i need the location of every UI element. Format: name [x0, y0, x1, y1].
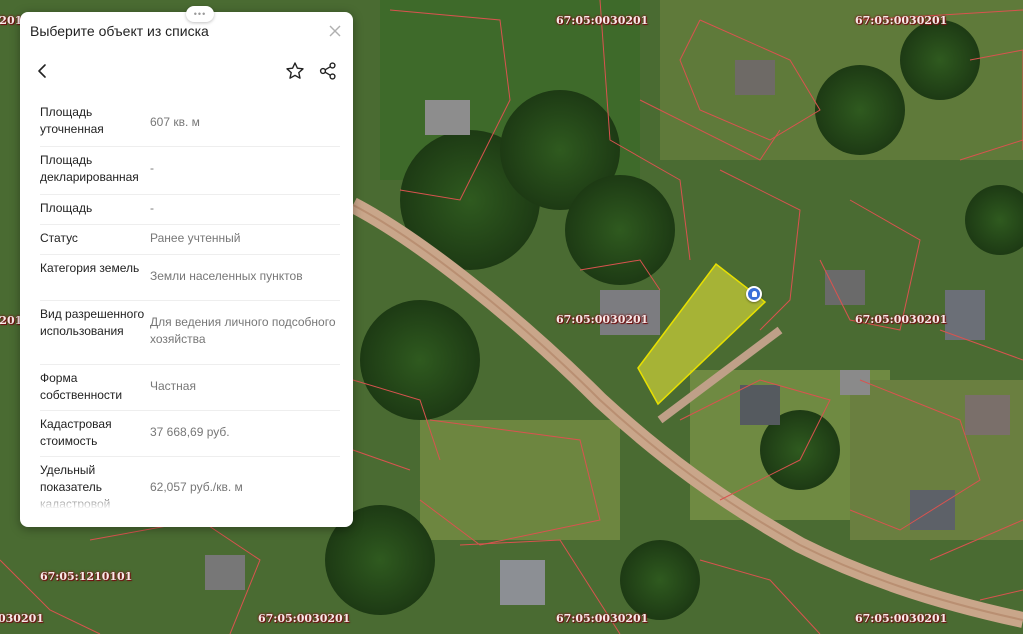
share-button[interactable] [318, 61, 338, 81]
tree-cluster [900, 20, 980, 100]
tree-cluster [360, 300, 480, 420]
tree-cluster [565, 175, 675, 285]
attr-value: - [150, 201, 154, 215]
cadastral-label[interactable]: 67:05:0030201 [556, 612, 648, 625]
cadastral-label[interactable]: 67:05:0030201 [556, 14, 648, 27]
attr-row-permitted-use: Вид разрешенного использования Для веден… [40, 300, 340, 365]
object-info-panel: Выберите объект из списка Площадь уточне… [20, 12, 353, 527]
panel-title: Выберите объект из списка [30, 23, 209, 39]
tree-cluster [815, 65, 905, 155]
house-roof [740, 385, 780, 425]
attr-row-area-refined: Площадь уточненная 607 кв. м [40, 98, 340, 147]
attr-label: Площадь [40, 201, 93, 215]
attr-label: Форма собственности [40, 371, 123, 402]
chevron-left-icon [38, 64, 46, 78]
attr-row-area-declared: Площадь декларированная - [40, 146, 340, 195]
attr-row-area: Площадь - [40, 194, 340, 225]
attr-value: Для ведения личного подсобного хозяйства [150, 315, 336, 346]
scroll-fade [20, 491, 353, 509]
attr-row-cadastral-value: Кадастровая стоимость 37 668,69 руб. [40, 410, 340, 457]
cadastral-label[interactable]: 67:05:0030201 [855, 313, 947, 326]
cadastral-label[interactable]: 30201 [0, 14, 22, 27]
house-roof [735, 60, 775, 95]
attr-value: Ранее учтенный [150, 231, 241, 245]
panel-toolbar [20, 54, 353, 88]
cadastral-label[interactable]: 67:05:0030201 [258, 612, 350, 625]
attr-row-land-category: Категория земель Земли населенных пункто… [40, 254, 340, 301]
house-roof [425, 100, 470, 135]
cadastral-label[interactable]: 30201 [0, 314, 22, 327]
attr-row-status: Статус Ранее учтенный [40, 224, 340, 255]
attr-label: Площадь уточненная [40, 105, 104, 136]
house-roof [500, 560, 545, 605]
cadastral-label[interactable]: 030201 [0, 612, 44, 625]
cadastral-label[interactable]: 67:05:1210101 [40, 570, 132, 583]
close-button[interactable] [327, 23, 343, 39]
attr-label: Кадастровая стоимость [40, 417, 112, 448]
attr-label: Категория земель [40, 261, 140, 275]
house-roof [205, 555, 245, 590]
house-roof [945, 290, 985, 340]
attributes-list[interactable]: Площадь уточненная 607 кв. м Площадь дек… [20, 98, 353, 508]
cadastral-label[interactable]: 67:05:0030201 [855, 612, 947, 625]
share-icon [319, 62, 336, 80]
star-icon [286, 62, 304, 79]
favorite-button[interactable] [285, 61, 305, 81]
back-button[interactable] [35, 62, 51, 80]
tree-cluster [620, 540, 700, 620]
cadastral-label[interactable]: 67:05:0030201 [556, 313, 648, 326]
attr-value: 37 668,69 руб. [150, 425, 230, 439]
drag-handle[interactable]: ••• [186, 6, 214, 22]
attr-label: Вид разрешенного использования [40, 307, 145, 338]
attr-label: Площадь декларированная [40, 153, 139, 184]
attr-value: 607 кв. м [150, 115, 200, 129]
attr-label: Статус [40, 231, 78, 245]
close-icon [329, 25, 341, 37]
cadastral-label[interactable]: 67:05:0030201 [855, 14, 947, 27]
house-roof [825, 270, 865, 305]
attr-value: Земли населенных пунктов [150, 269, 303, 283]
house-roof [965, 395, 1010, 435]
pin-icon[interactable] [746, 286, 762, 302]
attr-value: Частная [150, 379, 196, 393]
attr-row-ownership: Форма собственности Частная [40, 364, 340, 411]
attr-value: - [150, 161, 154, 175]
